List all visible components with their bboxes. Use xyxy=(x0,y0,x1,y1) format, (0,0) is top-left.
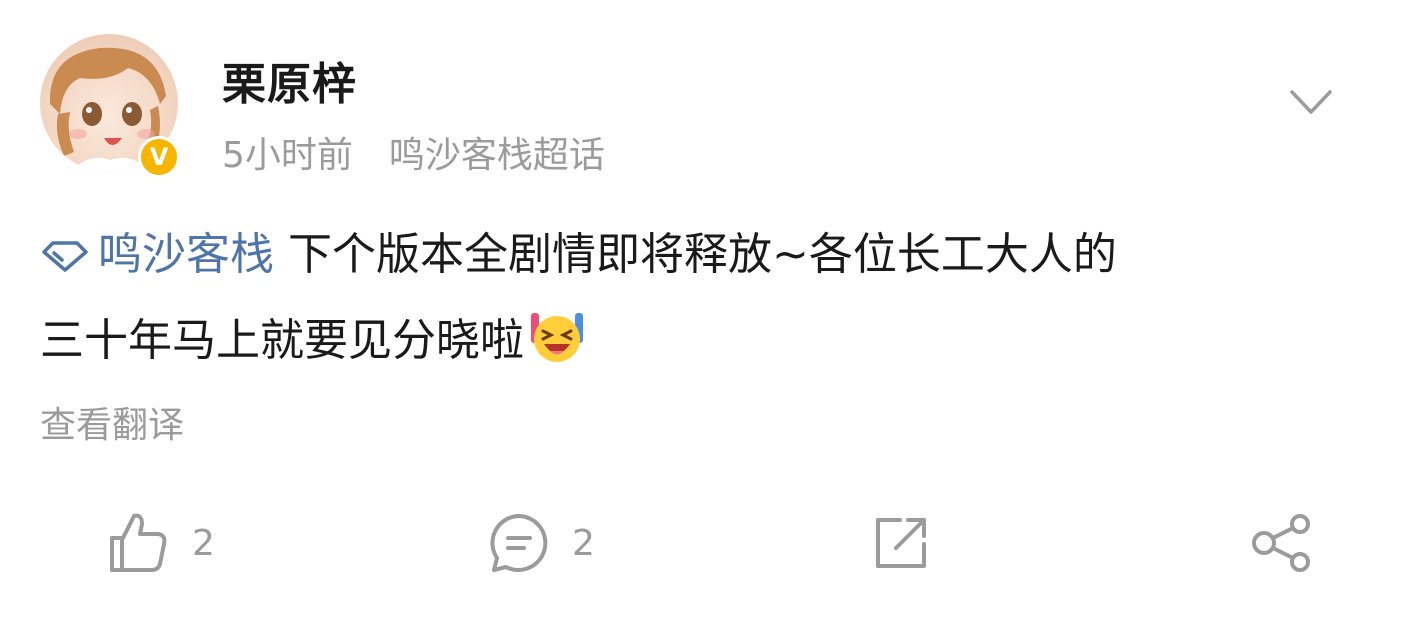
topic-name: 鸣沙客栈 xyxy=(98,229,274,280)
repost-button[interactable] xyxy=(870,508,932,578)
comment-count: 2 xyxy=(572,522,595,564)
super-topic-link[interactable]: 鸣沙客栈 xyxy=(40,229,274,280)
weibo-post-card: V 栗原梓 5小时前 鸣沙客栈超话 鸣沙客栈 下个版本全剧情即将释放~各位长工大人… xyxy=(0,0,1426,626)
verified-badge: V xyxy=(138,136,180,178)
view-translation-link[interactable]: 查看翻译 xyxy=(40,396,184,448)
post-meta: 5小时前 鸣沙客栈超话 xyxy=(222,126,605,178)
comment-button[interactable]: 2 xyxy=(488,508,595,578)
username[interactable]: 栗原梓 xyxy=(222,48,357,112)
like-button[interactable]: 2 xyxy=(106,508,215,578)
post-text-line2: 三十年马上就要见分晓啦 xyxy=(40,315,524,366)
chevron-down-icon[interactable] xyxy=(1288,86,1334,118)
post-text: 鸣沙客栈 下个版本全剧情即将释放~各位长工大人的 三十年马上就要见分晓啦 xyxy=(40,212,1390,384)
comment-bubble-icon xyxy=(490,514,548,572)
share-button[interactable] xyxy=(1250,508,1314,578)
share-icon xyxy=(1252,514,1310,572)
post-text-line1: 下个版本全剧情即将释放~各位长工大人的 xyxy=(288,229,1117,280)
like-count: 2 xyxy=(192,522,215,564)
thumbs-up-icon xyxy=(110,513,167,572)
post-source[interactable]: 鸣沙客栈超话 xyxy=(389,135,605,176)
post-time: 5小时前 xyxy=(222,135,353,176)
super-topic-diamond-icon xyxy=(42,241,88,272)
laughing-emoji xyxy=(531,313,583,362)
repost-icon xyxy=(876,518,926,568)
